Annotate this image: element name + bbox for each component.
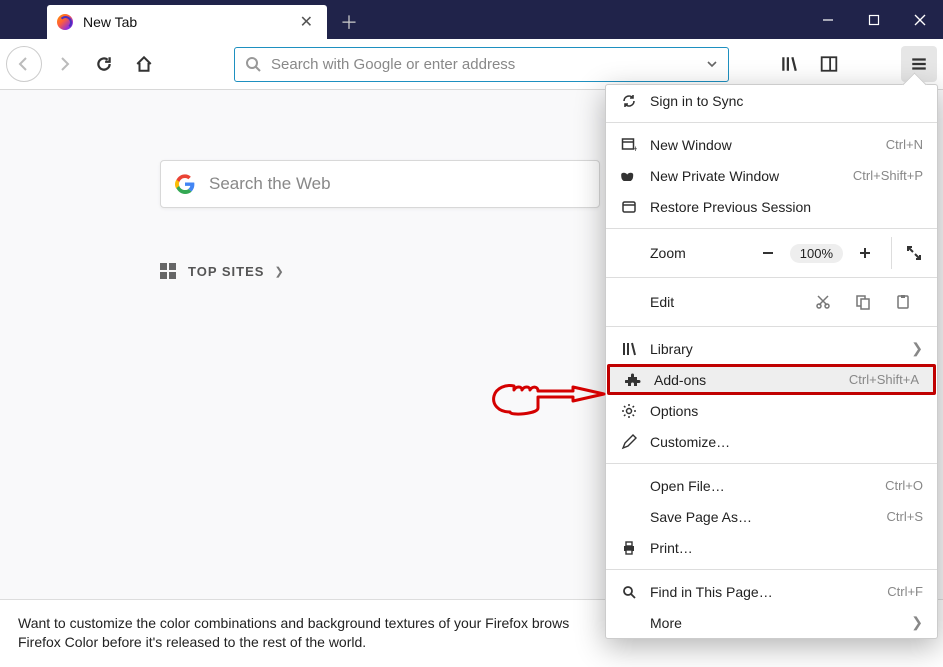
menu-sign-in[interactable]: Sign in to Sync — [606, 85, 937, 116]
menu-customize[interactable]: Customize… — [606, 426, 937, 457]
url-placeholder: Search with Google or enter address — [271, 56, 706, 73]
chevron-down-icon[interactable]: ❯ — [274, 265, 283, 278]
chevron-right-icon: ❯ — [911, 614, 923, 631]
search-dropdown-icon[interactable] — [706, 58, 718, 70]
menu-new-private-window[interactable]: New Private Window Ctrl+Shift+P — [606, 160, 937, 191]
zoom-out-button[interactable] — [752, 237, 784, 269]
chevron-right-icon: ❯ — [911, 340, 923, 357]
app-menu: Sign in to Sync + New Window Ctrl+N New … — [605, 84, 938, 639]
menu-print[interactable]: Print… — [606, 532, 937, 563]
menu-more[interactable]: More ❯ — [606, 607, 937, 638]
menu-restore-session[interactable]: Restore Previous Session — [606, 191, 937, 222]
menu-new-window[interactable]: + New Window Ctrl+N — [606, 129, 937, 160]
content-search-box[interactable]: Search the Web — [160, 160, 600, 208]
search-icon — [620, 583, 638, 601]
titlebar: New Tab ✕ ＋ — [0, 0, 943, 39]
url-bar[interactable]: Search with Google or enter address — [234, 47, 729, 82]
menu-library[interactable]: Library ❯ — [606, 333, 937, 364]
cut-button[interactable] — [803, 294, 843, 310]
maximize-button[interactable] — [851, 0, 897, 39]
firefox-favicon — [57, 14, 73, 30]
navigation-toolbar: Search with Google or enter address — [0, 39, 943, 90]
minimize-button[interactable] — [805, 0, 851, 39]
svg-text:+: + — [633, 144, 637, 153]
window-controls — [805, 0, 943, 39]
printer-icon — [620, 539, 638, 557]
zoom-in-button[interactable] — [849, 237, 881, 269]
puzzle-icon — [624, 371, 642, 389]
content-search-placeholder: Search the Web — [209, 174, 331, 194]
zoom-value: 100% — [790, 244, 843, 263]
new-tab-button[interactable]: ＋ — [333, 6, 365, 38]
home-button[interactable] — [126, 46, 162, 82]
sidebar-button[interactable] — [811, 46, 847, 82]
top-sites-label: TOP SITES — [188, 264, 264, 279]
copy-button[interactable] — [843, 294, 883, 310]
library-icon — [620, 340, 638, 358]
browser-tab[interactable]: New Tab ✕ — [47, 5, 327, 39]
menu-edit-row: Edit — [606, 284, 937, 320]
menu-options[interactable]: Options — [606, 395, 937, 426]
gear-icon — [620, 402, 638, 420]
menu-addons[interactable]: Add-ons Ctrl+Shift+A — [607, 364, 936, 395]
search-icon — [245, 56, 261, 72]
reload-button[interactable] — [86, 46, 122, 82]
google-icon — [175, 174, 195, 194]
forward-button[interactable] — [46, 46, 82, 82]
back-button[interactable] — [6, 46, 42, 82]
close-window-button[interactable] — [897, 0, 943, 39]
menu-save-page[interactable]: Save Page As… Ctrl+S — [606, 501, 937, 532]
sync-icon — [620, 92, 638, 110]
fullscreen-button[interactable] — [891, 237, 923, 269]
menu-find[interactable]: Find in This Page… Ctrl+F — [606, 576, 937, 607]
library-button[interactable] — [771, 46, 807, 82]
paintbrush-icon — [620, 433, 638, 451]
pointer-annotation — [488, 372, 608, 420]
mask-icon — [620, 167, 638, 185]
paste-button[interactable] — [883, 294, 923, 310]
close-tab-button[interactable]: ✕ — [296, 12, 317, 32]
grid-icon — [160, 263, 176, 279]
tab-title: New Tab — [83, 14, 296, 30]
restore-icon — [620, 198, 638, 216]
window-icon: + — [620, 136, 638, 154]
menu-open-file[interactable]: Open File… Ctrl+O — [606, 470, 937, 501]
menu-zoom-row: Zoom 100% — [606, 235, 937, 271]
